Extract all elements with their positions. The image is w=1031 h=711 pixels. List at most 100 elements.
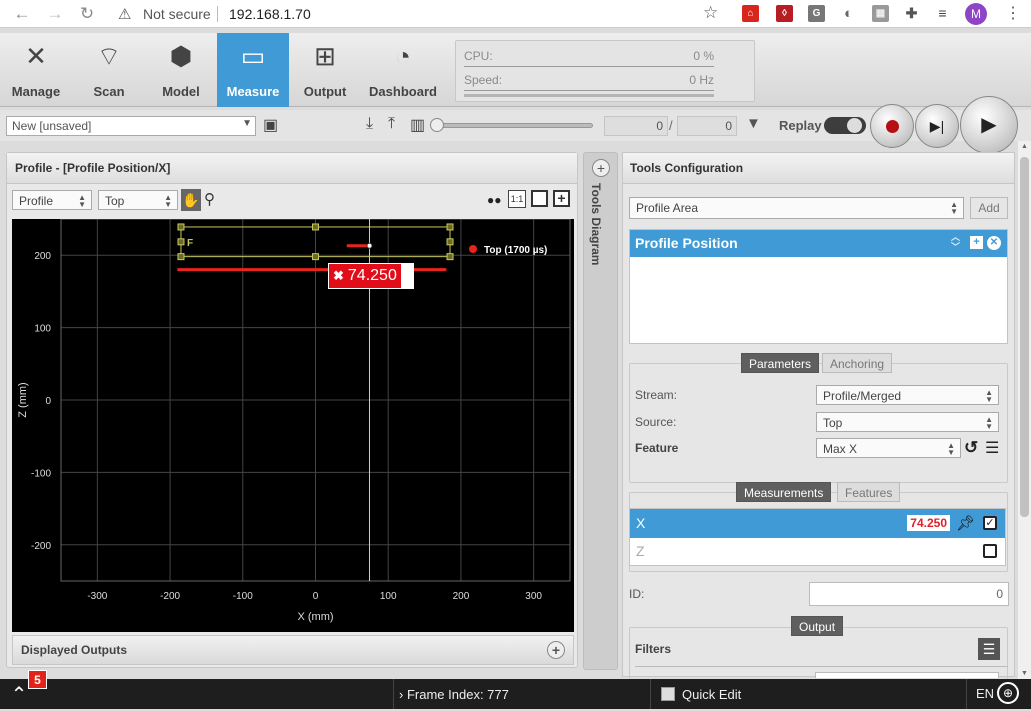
profile-chart[interactable]: -300 -200 -100 0 100 200 300 200 100 0 -100 -200 X (… — [12, 218, 574, 632]
region-handle[interactable] — [446, 223, 454, 231]
browser-menu-icon[interactable]: ⋮ — [1003, 3, 1023, 23]
profile-avatar[interactable]: M — [965, 3, 987, 25]
add-output-icon[interactable]: + — [547, 641, 565, 659]
glasses-icon[interactable]: ●● — [487, 193, 502, 207]
tab-anchoring[interactable]: Anchoring — [822, 353, 893, 373]
feature-point[interactable] — [366, 242, 373, 249]
bookmark-star-icon[interactable]: ☆ — [703, 3, 718, 23]
next-field[interactable] — [815, 672, 999, 678]
updown-icon: ▲ ▼ — [985, 388, 993, 404]
language-label[interactable]: EN — [976, 686, 994, 701]
trash-icon[interactable]: ▥ — [410, 115, 425, 135]
output-header[interactable]: Output — [791, 616, 844, 636]
media-queue-icon[interactable]: ≡ — [934, 5, 951, 22]
g-extension-icon[interactable]: G — [808, 5, 825, 22]
tab-measurements[interactable]: Measurements — [736, 482, 832, 502]
slider-handle[interactable] — [430, 118, 444, 132]
quick-edit-checkbox[interactable] — [661, 687, 675, 701]
reset-icon[interactable]: ↺ — [964, 438, 978, 458]
fit-1-1-icon[interactable]: 1:1 — [508, 190, 526, 208]
job-select[interactable]: New [unsaved] ▼ — [6, 116, 256, 136]
region-handle[interactable] — [312, 253, 319, 261]
measurement-value: 74.250 — [907, 515, 950, 531]
tab-measure[interactable]: ▭ Measure — [217, 33, 289, 107]
feature-select[interactable]: Max X ▲ ▼ — [816, 438, 961, 458]
replay-toggle[interactable] — [824, 117, 866, 134]
source-select[interactable]: Top ▲ ▼ — [816, 412, 999, 432]
pdf-extension-icon[interactable]: ⌂ — [742, 5, 759, 22]
app-header: ✕ Manage ⌔ Scan ⬢ Model ▭ Measure ⊞ Outp… — [0, 33, 1031, 107]
region-handle[interactable] — [177, 253, 185, 261]
circle-extension-icon[interactable]: ◐ — [840, 5, 857, 22]
replay-label: Replay — [779, 118, 822, 133]
address-bar[interactable]: 192.168.1.70 — [229, 6, 311, 22]
puzzle-extensions-icon[interactable]: ✚ — [903, 5, 920, 22]
security-status[interactable]: Not secure — [143, 6, 211, 22]
page-scrollbar[interactable]: ▲ ▼ — [1017, 141, 1031, 679]
measurement-row-x[interactable]: X 74.250 📌︎ ✓ — [630, 509, 1005, 538]
scroll-up-icon[interactable]: ▲ — [1021, 143, 1028, 150]
list-icon[interactable]: ☰ — [985, 438, 999, 458]
region-handle[interactable] — [177, 223, 185, 231]
step-button[interactable]: ▶| — [915, 104, 959, 148]
region-handle[interactable] — [312, 223, 319, 231]
tab-features[interactable]: Features — [837, 482, 901, 502]
measurement-checkbox-z[interactable] — [983, 544, 997, 558]
duplicate-tool-icon[interactable]: + — [970, 236, 983, 249]
filter-icon[interactable]: ▼ — [746, 115, 761, 132]
notification-badge[interactable]: 5 — [28, 670, 47, 689]
pan-hand-icon[interactable]: ✋ — [181, 189, 201, 211]
add-tool-button[interactable]: Add — [970, 197, 1008, 219]
back-icon[interactable]: ← — [11, 3, 33, 25]
zoom-magnifier-icon[interactable]: ⚲ — [204, 190, 215, 208]
region-handle[interactable] — [177, 238, 185, 246]
reload-icon[interactable]: ↻ — [76, 3, 98, 25]
window-icon[interactable] — [531, 190, 548, 207]
source-select[interactable]: Top ▲ ▼ — [98, 190, 178, 210]
pin-icon[interactable]: 📌︎ — [956, 514, 975, 532]
region-handle[interactable] — [446, 253, 454, 261]
tool-type-select[interactable]: Profile Area ▲ ▼ — [629, 197, 964, 219]
tab-output[interactable]: ⊞ Output — [289, 33, 361, 107]
view-select[interactable]: Profile ▲ ▼ — [12, 190, 92, 210]
measurement-row-z[interactable]: Z — [630, 538, 1005, 565]
region-handle[interactable] — [446, 238, 454, 246]
frame-current[interactable]: 0 — [604, 116, 668, 136]
chart-svg[interactable]: -300 -200 -100 0 100 200 300 200 100 0 -100 -200 X (… — [12, 218, 574, 632]
tab-manage[interactable]: ✕ Manage — [0, 33, 72, 107]
tool-list: Profile Position ︿ ﹀ + ✕ — [629, 229, 1008, 344]
globe-icon[interactable]: ⊕ — [997, 682, 1019, 704]
tool-list-item-selected[interactable]: Profile Position ︿ ﹀ + ✕ — [630, 230, 1007, 257]
download-icon[interactable]: ⤓ — [366, 115, 373, 133]
delete-tool-icon[interactable]: ✕ — [987, 236, 1001, 250]
stream-select[interactable]: Profile/Merged ▲ ▼ — [816, 385, 999, 405]
expand-plus-icon[interactable]: + — [553, 190, 570, 207]
scroll-down-icon[interactable]: ▼ — [1021, 670, 1028, 677]
frame-total: 0 — [677, 116, 737, 136]
reorder-updown-icon[interactable]: ︿ ﹀ — [951, 232, 960, 252]
filters-list-icon[interactable]: ☰ — [978, 638, 1000, 660]
warning-icon[interactable]: ⚠ — [118, 5, 131, 23]
measurement-readout[interactable]: ✖ 74.250 — [328, 263, 414, 289]
scrollbar-thumb[interactable] — [1020, 157, 1029, 517]
expand-diagram-icon[interactable]: + — [592, 159, 610, 177]
tab-model[interactable]: ⬢ Model — [145, 33, 217, 107]
grid-extension-icon[interactable]: ▦ — [872, 5, 889, 22]
url-separator — [217, 6, 218, 22]
forward-icon[interactable]: → — [44, 3, 66, 25]
displayed-outputs-bar[interactable]: Displayed Outputs + — [12, 635, 574, 665]
tab-scan[interactable]: ⌔ Scan — [73, 33, 145, 107]
readout-handle[interactable] — [400, 264, 413, 288]
id-input[interactable]: 0 — [809, 582, 1009, 606]
frame-slider[interactable] — [430, 118, 593, 132]
tools-diagram-panel[interactable]: + Tools Diagram — [583, 152, 618, 670]
record-button[interactable] — [870, 104, 914, 148]
tab-parameters[interactable]: Parameters — [741, 353, 820, 373]
upload-icon[interactable]: ⤒ — [388, 115, 395, 133]
ublock-extension-icon[interactable]: ◊ — [776, 5, 793, 22]
close-readout-icon[interactable]: ✖ — [329, 268, 348, 284]
measurement-checkbox-x[interactable]: ✓ — [983, 516, 997, 530]
play-button[interactable]: ▶ — [960, 96, 1018, 154]
tab-dashboard[interactable]: ◔ Dashboard — [363, 33, 443, 107]
save-icon[interactable]: ▣ — [263, 115, 278, 135]
